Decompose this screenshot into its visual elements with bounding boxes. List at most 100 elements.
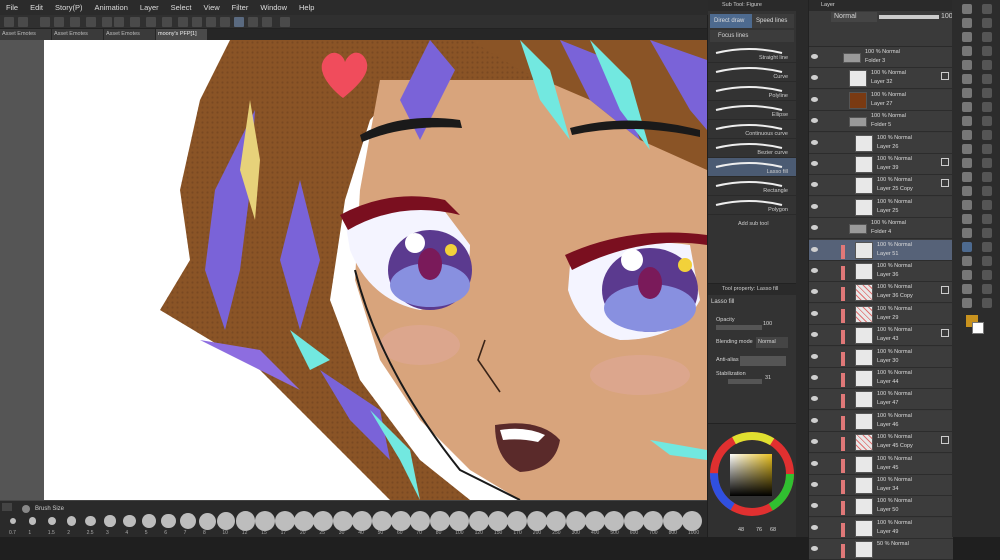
sub-tool-polyline[interactable]: Polyline [708,82,796,101]
brush-size-preset[interactable] [682,511,702,531]
snap-line-icon[interactable] [220,17,230,27]
layer-folder[interactable]: 100 % Normal Folder 3 [809,47,953,68]
stabilization-value[interactable]: 31 [765,375,771,381]
brush-size-preset[interactable] [526,511,547,531]
visibility-eye-icon[interactable] [811,289,818,295]
tool-icon[interactable] [962,284,972,294]
layer-row[interactable]: 100 % Normal Layer 36 Copy [809,282,953,304]
select-all-icon[interactable] [192,17,202,27]
snap-grid-icon[interactable] [234,17,244,27]
brush-size-preset[interactable] [507,511,528,531]
deselect-icon[interactable] [178,17,188,27]
brush-size-preset[interactable] [643,511,664,531]
menu-file[interactable]: File [6,3,18,12]
opacity-slider[interactable] [716,325,762,330]
brush-size-preset[interactable] [488,511,508,531]
tool-icon[interactable] [982,74,992,84]
visibility-eye-icon[interactable] [811,353,818,359]
erase-icon[interactable] [130,17,140,27]
tool-icon[interactable] [962,144,972,154]
tool-icon[interactable] [982,242,992,252]
visibility-eye-icon[interactable] [811,332,818,338]
tool-icon[interactable] [962,74,972,84]
layer-row[interactable]: 100 % Normal Layer 45 Copy [809,432,953,454]
tool-icon[interactable] [962,158,972,168]
visibility-eye-icon[interactable] [811,54,818,59]
layer-row[interactable]: 100 % Normal Layer 50 [809,496,953,518]
brush-size-preset[interactable] [662,511,683,531]
brush-size-preset[interactable] [604,511,625,531]
brush-size-preset[interactable] [546,511,567,531]
visibility-eye-icon[interactable] [811,524,818,530]
tool-icon[interactable] [982,284,992,294]
transform-icon[interactable] [162,17,172,27]
visibility-eye-icon[interactable] [811,225,818,231]
tool-icon[interactable] [962,88,972,98]
visibility-eye-icon[interactable] [811,268,818,273]
tool-icon[interactable] [962,298,972,308]
visibility-eye-icon[interactable] [811,96,818,102]
tool-icon[interactable] [982,32,992,42]
layer-opacity-value[interactable]: 100 [941,13,953,20]
layer-row[interactable]: 100 % Normal Layer 27 [809,89,953,111]
brush-size-preset[interactable] [565,511,586,531]
brush-size-preset[interactable] [585,511,605,531]
visibility-eye-icon[interactable] [811,139,818,145]
tool-icon[interactable] [962,228,972,238]
visibility-eye-icon[interactable] [811,460,818,466]
tool-icon[interactable] [962,4,972,14]
brush-size-preset[interactable] [274,511,295,531]
brush-size-preset[interactable] [198,512,216,530]
visibility-eye-icon[interactable] [811,310,818,316]
layer-folder[interactable]: 100 % Normal Folder 4 [809,218,953,240]
tool-icon[interactable] [982,214,992,224]
sub-tool-polygon[interactable]: Polygon [708,196,796,215]
clear-icon[interactable] [86,17,96,27]
menu-layer[interactable]: Layer [140,3,159,12]
visibility-eye-icon[interactable] [811,161,818,166]
brush-size-preset[interactable] [123,514,136,528]
layer-row[interactable]: 100 % Normal Layer 32 [809,68,953,90]
tool-icon[interactable] [982,18,992,28]
layer-row[interactable]: 100 % Normal Layer 46 [809,410,953,432]
layer-row[interactable]: 100 % Normal Layer 34 [809,475,953,496]
menu-select[interactable]: Select [171,3,192,12]
brush-size-preset[interactable] [85,515,96,527]
visibility-eye-icon[interactable] [811,439,818,445]
visibility-eye-icon[interactable] [811,375,818,380]
tool-icon[interactable] [962,116,972,126]
brush-size-preset[interactable] [468,511,489,531]
visibility-eye-icon[interactable] [811,246,818,252]
tool-icon[interactable] [962,172,972,182]
tool-icon[interactable] [982,102,992,112]
brush-size-preset[interactable] [141,514,156,528]
visibility-eye-icon[interactable] [811,503,818,509]
brush-size-preset[interactable] [294,511,314,531]
brush-size-preset[interactable] [623,511,644,531]
stabilization-slider[interactable] [728,379,762,384]
brush-size-preset[interactable] [66,516,76,526]
settings-icon[interactable] [70,17,80,27]
brush-size-preset[interactable] [371,511,392,531]
brush-size-preset[interactable] [332,511,353,531]
tool-icon[interactable] [962,32,972,42]
tab-speed-lines[interactable]: Speed lines [752,14,794,28]
opacity-value[interactable]: 100 [763,321,772,327]
save-icon[interactable] [40,17,50,27]
layer-row[interactable]: 50 % Normal [809,539,953,560]
layer-row[interactable]: 100 % Normal Layer 49 [809,517,953,539]
tool-icon[interactable] [962,214,972,224]
brush-size-preset[interactable] [10,518,16,524]
menu-help[interactable]: Help [299,3,314,12]
layer-blend-mode-select[interactable]: Normal [831,12,877,22]
layer-row[interactable]: 100 % Normal Layer 25 Copy [809,175,953,197]
sub-color-swatch[interactable] [972,322,984,334]
tool-icon[interactable] [982,130,992,140]
invert-selection-icon[interactable] [206,17,216,27]
sub-tool-bezier-curve[interactable]: Bezier curve [708,139,796,158]
drawing-canvas[interactable] [0,40,707,500]
sub-tool-straight-line[interactable]: Straight line [708,44,796,63]
brush-size-preset[interactable] [410,511,431,531]
visibility-eye-icon[interactable] [811,396,818,402]
brush-size-preset[interactable] [217,511,236,531]
